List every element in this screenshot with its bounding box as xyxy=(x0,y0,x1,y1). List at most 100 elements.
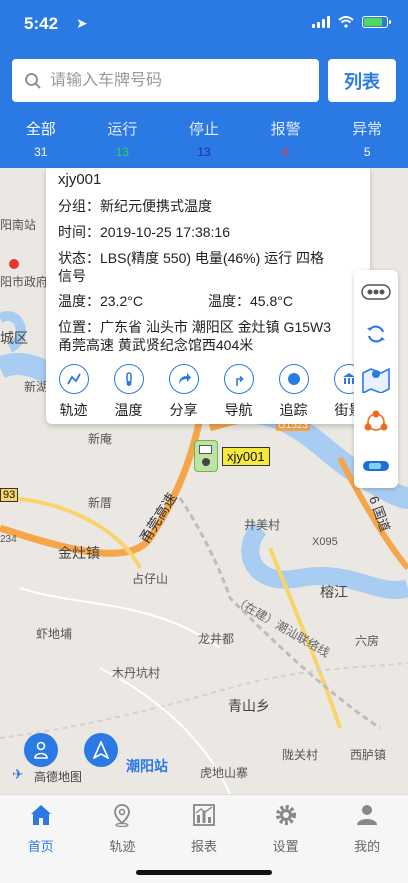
navigation-arrow-icon xyxy=(93,741,109,759)
map-label: 榕江 xyxy=(320,584,348,600)
navigation-icon xyxy=(223,364,254,394)
more-icon[interactable] xyxy=(360,276,392,308)
action-temperature[interactable]: 温度 xyxy=(101,364,156,420)
map-label: 西胪镇 xyxy=(350,748,387,762)
action-share[interactable]: 分享 xyxy=(156,364,211,420)
nav-home[interactable]: 首页 xyxy=(0,795,82,883)
user-icon xyxy=(34,741,48,759)
action-label: 轨迹 xyxy=(59,402,88,418)
map-layer-icon[interactable] xyxy=(360,362,392,394)
home-icon xyxy=(30,805,51,825)
map-label: 新庵 xyxy=(88,432,113,446)
location-pin-icon xyxy=(114,804,131,828)
action-label: 分享 xyxy=(169,402,198,418)
popup-time-row: 时间：2019-10-25 17:38:16 xyxy=(58,223,230,241)
status-tabs: 全部 31 运行 13 停止 13 报警 0 异常 5 xyxy=(0,118,408,159)
tab-count: 13 xyxy=(197,145,211,159)
nav-mine[interactable]: 我的 xyxy=(326,795,408,883)
group-label: 分组： xyxy=(58,198,100,214)
user-icon xyxy=(357,805,378,825)
tab-label: 报警 xyxy=(270,121,301,138)
time-value: 2019-10-25 17:38:16 xyxy=(100,224,230,240)
tab-alarm[interactable]: 报警 0 xyxy=(245,118,327,159)
map-label: 六房 xyxy=(355,634,380,648)
header: 5:42 ➤ 列表 全部 31 xyxy=(0,0,408,168)
popup-location-row-2: 甬莞高速 黄武贤纪念馆西404米 xyxy=(58,337,254,353)
wifi-icon xyxy=(338,16,354,28)
map-label: 占仔山 xyxy=(132,572,169,586)
nav-label: 轨迹 xyxy=(109,839,136,854)
tab-count: 5 xyxy=(363,145,371,159)
map-label: 潮阳站 xyxy=(126,758,168,774)
map-label: 新湖 xyxy=(24,380,49,394)
map-tools xyxy=(354,270,398,488)
vehicle-plate-tag[interactable]: xjy001 xyxy=(222,447,270,466)
tab-running[interactable]: 运行 13 xyxy=(82,118,164,159)
plate-search-input[interactable] xyxy=(50,71,290,90)
tab-count: 31 xyxy=(34,145,48,159)
tab-stopped[interactable]: 停止 13 xyxy=(163,118,245,159)
list-button[interactable]: 列表 xyxy=(328,59,396,102)
action-tracking[interactable]: 追踪 xyxy=(266,364,321,420)
search-icon xyxy=(25,72,41,89)
nav-label: 报表 xyxy=(190,839,217,854)
tab-label: 运行 xyxy=(107,121,138,138)
tab-label: 异常 xyxy=(352,121,383,138)
cluster-icon[interactable] xyxy=(360,406,392,438)
gaode-logo-icon: ✈ xyxy=(12,766,24,782)
action-navigation[interactable]: 导航 xyxy=(211,364,266,420)
user-location-button[interactable] xyxy=(24,733,58,767)
search-row: 列表 xyxy=(12,59,396,102)
action-label: 温度 xyxy=(114,402,143,418)
map-label: 虾地埔 xyxy=(36,627,73,641)
gaode-logo: 高德地图 xyxy=(34,770,83,784)
vehicle-marker[interactable] xyxy=(194,440,218,472)
action-label: 导航 xyxy=(224,402,253,418)
location-value: 广东省 汕头市 潮阳区 金灶镇 G15W3 xyxy=(100,319,332,335)
status-icons xyxy=(312,16,391,28)
search-box[interactable] xyxy=(12,59,319,102)
status-value: LBS(精度 550) 电量(46%) 运行 四格 xyxy=(100,250,325,266)
popup-actions: 轨迹 温度 分享 导航 追踪 街景 xyxy=(46,364,370,420)
temp2-value: 45.8°C xyxy=(250,293,293,309)
track-icon xyxy=(58,364,89,394)
map-label: 陇关村 xyxy=(282,748,319,762)
popup-group-row: 分组：新纪元便携式温度 xyxy=(58,197,212,215)
tab-label: 全部 xyxy=(25,121,56,138)
status-time: 5:42 xyxy=(24,14,59,33)
vehicle-icon[interactable] xyxy=(360,450,392,482)
map-label: 城区 xyxy=(0,330,28,346)
map-label: 234 xyxy=(0,534,17,545)
tab-all[interactable]: 全部 31 xyxy=(0,118,82,159)
nav-label: 首页 xyxy=(27,839,54,854)
vehicle-info-popup: xjy001 分组：新纪元便携式温度 时间：2019-10-25 17:38:1… xyxy=(46,168,370,424)
temp2-label: 温度： xyxy=(208,293,250,309)
popup-location-row: 位置：广东省 汕头市 潮阳区 金灶镇 G15W3 xyxy=(58,318,370,336)
tab-count: 13 xyxy=(115,145,130,159)
map-label: 金灶镇 xyxy=(58,545,100,561)
action-label: 追踪 xyxy=(279,402,308,418)
time-label: 时间： xyxy=(58,224,100,240)
home-indicator xyxy=(136,870,272,875)
action-track[interactable]: 轨迹 xyxy=(46,364,101,420)
temp1-label: 温度： xyxy=(58,293,100,309)
refresh-icon[interactable] xyxy=(360,318,392,350)
map-label: 93 xyxy=(0,488,19,502)
locate-button[interactable] xyxy=(84,733,118,767)
popup-status-row: 状态：LBS(精度 550) 电量(46%) 运行 四格 xyxy=(58,249,358,267)
tracking-icon xyxy=(278,364,309,394)
location-label: 位置： xyxy=(58,319,100,335)
map-label: 青山乡 xyxy=(228,698,270,714)
nav-label: 我的 xyxy=(354,839,381,854)
thermometer-icon xyxy=(113,364,144,394)
gear-icon xyxy=(275,805,296,825)
tab-abnormal[interactable]: 异常 5 xyxy=(326,118,408,159)
map-label: 阳市政府 xyxy=(0,275,49,289)
tab-label: 停止 xyxy=(188,121,219,138)
map-label: 阳南站 xyxy=(0,218,37,232)
map-label: X095 xyxy=(312,536,338,548)
temp1-value: 23.2°C xyxy=(100,293,143,309)
popup-temp1-row: 温度：23.2°C xyxy=(58,292,143,310)
popup-status-row-2: 信号 xyxy=(58,268,86,284)
status-bar: 5:42 ➤ xyxy=(24,12,391,36)
